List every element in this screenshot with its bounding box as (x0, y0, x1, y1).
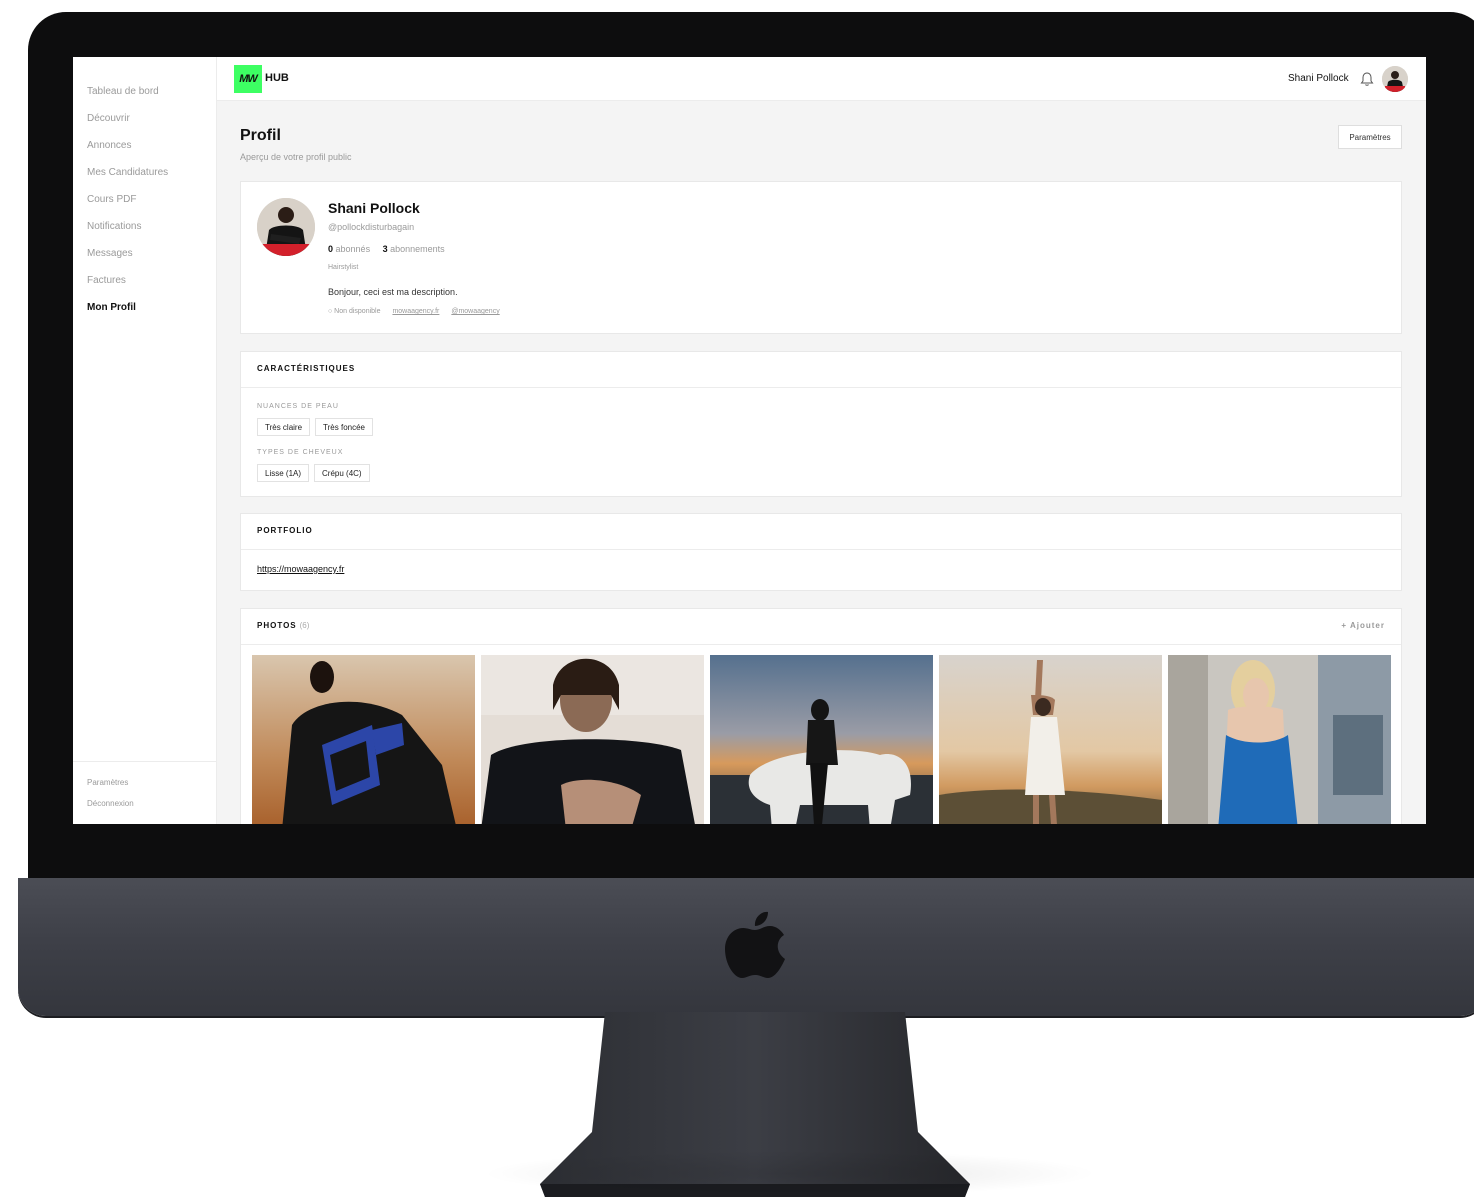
photo-thumbnail[interactable] (1168, 655, 1391, 824)
photo-thumbnail[interactable] (252, 655, 475, 824)
photos-card: PHOTOS (6) + Ajouter (240, 608, 1402, 824)
sidebar-item-messages[interactable]: Messages (87, 247, 168, 274)
availability-status: ○ Non disponible (328, 308, 381, 315)
topbar: MW HUB Shani Pollock (217, 57, 1426, 101)
avatar[interactable] (1382, 66, 1408, 92)
following-label[interactable]: abonnements (390, 244, 445, 254)
bell-icon[interactable] (1360, 71, 1374, 87)
characteristics-title: CARACTÉRISTIQUES (241, 352, 1401, 388)
sidebar-footer: Paramètres Déconnexion (73, 761, 217, 818)
sidebar-item-invoices[interactable]: Factures (87, 274, 168, 301)
sidebar-item-my-profile[interactable]: Mon Profil (87, 301, 168, 328)
portfolio-link[interactable]: https://mowaagency.fr (257, 564, 344, 574)
profile-description: Bonjour, ceci est ma description. (328, 287, 458, 297)
page-subtitle: Aperçu de votre profil public (240, 152, 352, 162)
sidebar-settings-link[interactable]: Paramètres (87, 776, 217, 797)
profile-avatar (257, 198, 315, 256)
user-name[interactable]: Shani Pollock (1288, 73, 1349, 84)
sidebar-item-announcements[interactable]: Annonces (87, 139, 168, 166)
website-link[interactable]: mowaagency.fr (392, 308, 439, 315)
sidebar-item-applications[interactable]: Mes Candidatures (87, 166, 168, 193)
photo-grid (252, 655, 1391, 824)
add-photo-button[interactable]: + Ajouter (1341, 621, 1385, 630)
skin-tone-label: NUANCES DE PEAU (257, 403, 339, 410)
photo-thumbnail[interactable] (481, 655, 704, 824)
hair-type-label: TYPES DE CHEVEUX (257, 449, 344, 456)
tag[interactable]: Très foncée (315, 418, 373, 436)
photos-count: (6) (299, 621, 310, 630)
followers-count: 0 (328, 244, 334, 254)
page-title: Profil (240, 127, 281, 144)
sidebar-item-dashboard[interactable]: Tableau de bord (87, 85, 168, 112)
skin-tone-tags: Très claire Très foncée (257, 418, 373, 436)
tag[interactable]: Très claire (257, 418, 311, 436)
floor-shadow (480, 1150, 1100, 1197)
portfolio-card: PORTFOLIO https://mowaagency.fr (240, 513, 1402, 591)
apple-logo-icon (725, 911, 785, 978)
photos-title: PHOTOS (257, 621, 297, 630)
profile-stats: 0 abonnés 3 abonnements (328, 244, 445, 254)
portfolio-title: PORTFOLIO (241, 514, 1401, 550)
logo-mark: MW (239, 73, 258, 85)
sidebar: Tableau de bord Découvrir Annonces Mes C… (73, 57, 217, 824)
profile-links: ○ Non disponible mowaagency.fr @mowaagen… (328, 308, 500, 315)
hair-type-tags: Lisse (1A) Crépu (4C) (257, 464, 370, 482)
tag[interactable]: Lisse (1A) (257, 464, 310, 482)
logo[interactable]: MW (234, 65, 262, 93)
sidebar-nav: Tableau de bord Découvrir Annonces Mes C… (87, 85, 168, 328)
profile-name: Shani Pollock (328, 200, 420, 216)
settings-button[interactable]: Paramètres (1338, 125, 1402, 149)
logo-text: HUB (265, 72, 289, 84)
tag[interactable]: Crépu (4C) (314, 464, 370, 482)
photos-header: PHOTOS (6) + Ajouter (241, 609, 1401, 645)
instagram-link[interactable]: @mowaagency (451, 308, 499, 315)
sidebar-logout-link[interactable]: Déconnexion (87, 797, 217, 818)
characteristics-card: CARACTÉRISTIQUES NUANCES DE PEAU Très cl… (240, 351, 1402, 497)
profile-role: Hairstylist (328, 264, 359, 271)
profile-card: Shani Pollock @pollockdisturbagain 0 abo… (240, 181, 1402, 334)
sidebar-item-pdf-courses[interactable]: Cours PDF (87, 193, 168, 220)
profile-handle: @pollockdisturbagain (328, 222, 415, 232)
photo-thumbnail[interactable] (710, 655, 933, 824)
following-count: 3 (382, 244, 388, 254)
sidebar-item-discover[interactable]: Découvrir (87, 112, 168, 139)
sidebar-item-notifications[interactable]: Notifications (87, 220, 168, 247)
followers-label[interactable]: abonnés (336, 244, 371, 254)
screen: Tableau de bord Découvrir Annonces Mes C… (73, 57, 1426, 824)
photo-thumbnail[interactable] (939, 655, 1162, 824)
